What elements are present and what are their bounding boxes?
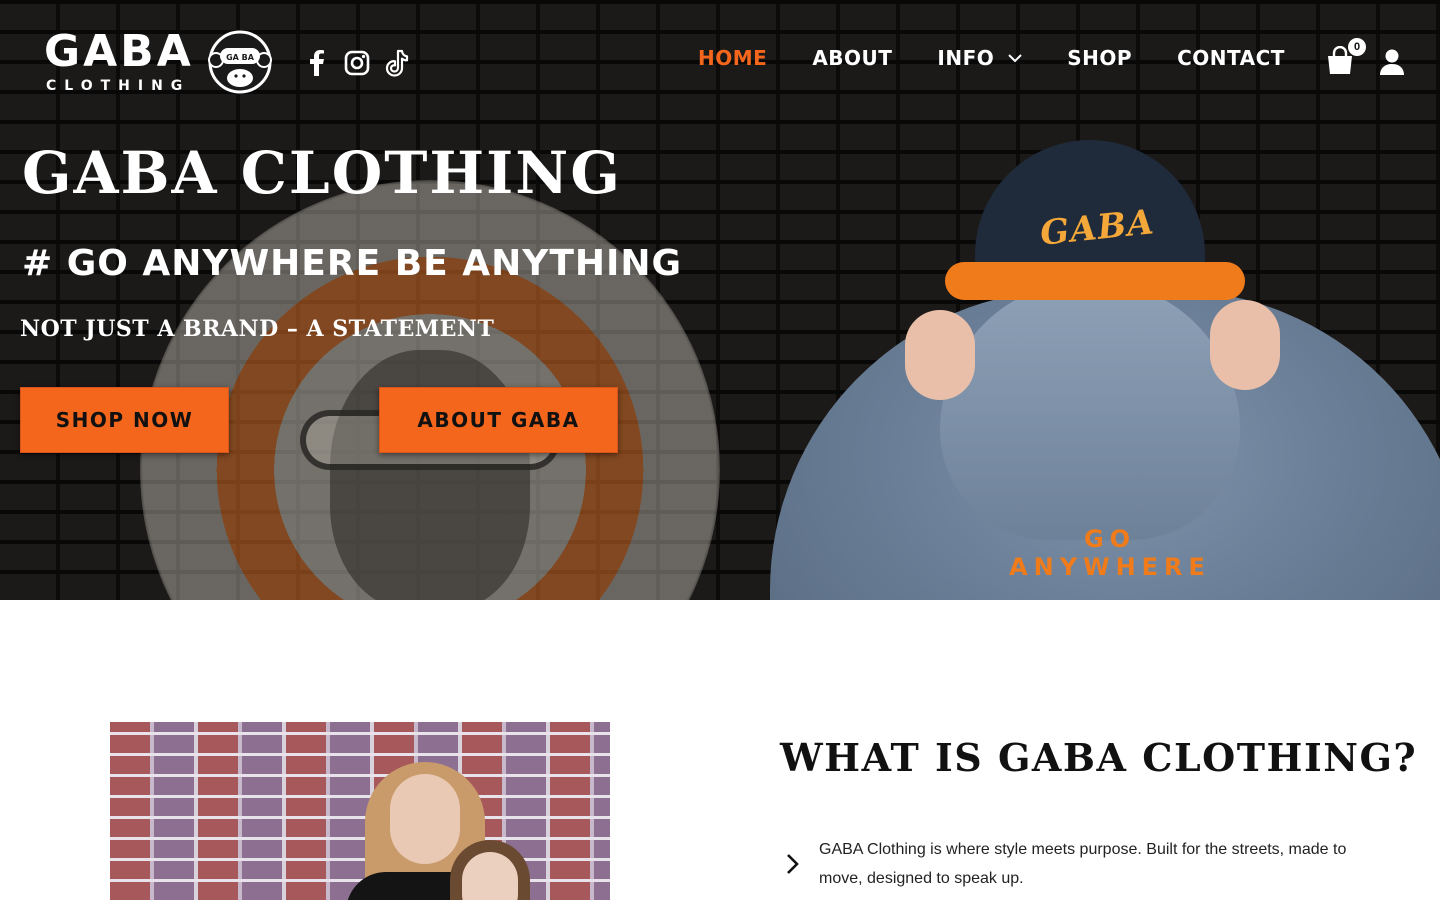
nav-info[interactable]: INFO <box>937 46 1022 70</box>
hoodie-back-print: GO ANYWHERE <box>1009 525 1211 581</box>
nav-about[interactable]: ABOUT <box>812 46 892 70</box>
site-header: GABA CLOTHING GA BA HOME ABOUT INFO SHOP… <box>0 0 1440 120</box>
about-gaba-button[interactable]: ABOUT GABA <box>379 387 618 453</box>
left-hand <box>905 310 975 400</box>
section-description: GABA Clothing is where style meets purpo… <box>819 841 1347 887</box>
hoodie-model-image: GABA GO ANYWHERE <box>730 140 1440 600</box>
hero-tagline: NOT JUST A BRAND – A STATEMENT <box>20 316 495 342</box>
user-icon <box>1380 49 1404 75</box>
monkey-logo-icon: GA BA <box>208 30 272 94</box>
cart-count-badge: 0 <box>1348 38 1366 56</box>
model-face <box>390 774 460 864</box>
logo-wordmark: GABA <box>44 26 194 77</box>
snapback-cap-brim <box>945 262 1245 300</box>
nav-shop[interactable]: SHOP <box>1067 46 1132 70</box>
chevron-down-icon <box>1008 53 1022 63</box>
hero-subtitle: # GO ANYWHERE BE ANYTHING <box>22 243 683 284</box>
shop-now-button[interactable]: SHOP NOW <box>20 387 229 453</box>
logo-badge-text: GA BA <box>226 53 255 62</box>
section-title: WHAT IS GABA CLOTHING? <box>780 735 1418 780</box>
main-nav: HOME ABOUT INFO SHOP CONTACT <box>698 46 1330 70</box>
cart-button[interactable]: 0 <box>1326 38 1366 78</box>
social-links <box>304 48 410 78</box>
chevron-right-icon <box>787 854 799 874</box>
site-logo[interactable]: GABA CLOTHING GA BA <box>44 30 274 100</box>
nav-home[interactable]: HOME <box>698 46 767 70</box>
facebook-icon[interactable] <box>304 48 330 78</box>
logo-subtitle: CLOTHING <box>46 78 191 94</box>
nav-contact[interactable]: CONTACT <box>1177 46 1285 70</box>
nav-info-label: INFO <box>937 46 995 70</box>
models-photo <box>110 722 610 900</box>
right-hand <box>1210 300 1280 390</box>
instagram-icon[interactable] <box>344 48 370 78</box>
account-button[interactable] <box>1378 48 1406 76</box>
hero-title: GABA CLOTHING <box>22 139 622 207</box>
second-model-face <box>462 852 518 900</box>
tiktok-icon[interactable] <box>384 48 410 78</box>
